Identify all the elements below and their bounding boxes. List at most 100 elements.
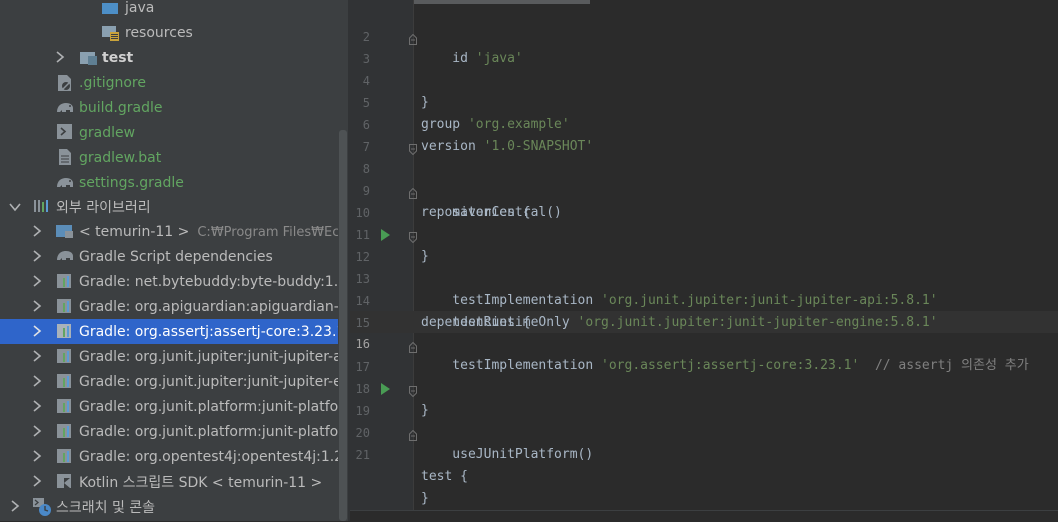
fold-start-icon[interactable] bbox=[409, 383, 417, 398]
chevron-right-icon[interactable] bbox=[30, 249, 44, 263]
chevron-right-icon[interactable] bbox=[30, 449, 44, 463]
tree-item-test[interactable]: test bbox=[0, 45, 348, 70]
code-line[interactable]: 17 } bbox=[350, 334, 1058, 418]
tree-scrollbar-thumb[interactable] bbox=[339, 130, 347, 521]
chevron-right-icon[interactable] bbox=[30, 274, 44, 288]
chevron-right-icon[interactable] bbox=[53, 50, 67, 64]
tree-item-label: gradlew.bat bbox=[79, 149, 162, 166]
tree-item-label: Kotlin 스크립트 SDK < temurin-11 > bbox=[79, 474, 323, 491]
code-line[interactable]: 14 testRuntimeOnly 'org.junit.jupiter:ju… bbox=[350, 268, 1058, 330]
scratches-icon bbox=[32, 497, 51, 516]
chevron-right-icon[interactable] bbox=[30, 424, 44, 438]
tree-item-library-selected[interactable]: Gradle: org.assertj:assertj-core:3.23.1 bbox=[0, 319, 348, 344]
shell-script-icon bbox=[57, 124, 73, 140]
tree-item-gitignore[interactable]: .gitignore bbox=[0, 70, 348, 95]
fold-end-icon[interactable] bbox=[409, 339, 417, 353]
gradle-elephant-icon bbox=[55, 175, 73, 191]
library-jar-icon bbox=[56, 273, 72, 289]
code-line[interactable]: 9 mavenCentral() bbox=[350, 158, 1058, 220]
text-file-icon bbox=[58, 148, 74, 165]
tree-item-label: build.gradle bbox=[79, 99, 163, 116]
tree-item-label: Gradle: org.opentest4j:opentest4j:1.2.0 bbox=[79, 448, 348, 465]
jdk-name: < temurin-11 > bbox=[79, 223, 190, 240]
tree-item-label: Gradle: org.junit.jupiter:junit-jupiter-… bbox=[79, 348, 348, 365]
code-line[interactable]: 6 version '1.0-SNAPSHOT' bbox=[350, 92, 1058, 154]
tree-item-label: Gradle: net.bytebuddy:byte-buddy:1.12.1 bbox=[79, 273, 348, 290]
tree-item-jdk[interactable]: < temurin-11 > C:₩Program Files₩Eclip bbox=[0, 219, 348, 244]
tree-item-label: gradlew bbox=[79, 124, 136, 141]
library-jar-icon bbox=[56, 448, 72, 464]
library-jar-icon bbox=[56, 423, 72, 439]
tree-item-label: settings.gradle bbox=[79, 174, 184, 191]
chevron-right-icon[interactable] bbox=[30, 399, 44, 413]
tree-item-label: < temurin-11 > C:₩Program Files₩Eclip bbox=[79, 224, 348, 240]
tree-item-library[interactable]: Gradle: org.junit.jupiter:junit-jupiter-… bbox=[0, 344, 348, 369]
tree-item-build-gradle[interactable]: build.gradle bbox=[0, 95, 348, 120]
tree-item-label: Gradle: org.junit.platform:junit-platfor… bbox=[79, 423, 348, 440]
tree-item-library[interactable]: Gradle: org.junit.platform:junit-platfor… bbox=[0, 419, 348, 444]
tree-item-library[interactable]: Gradle: org.opentest4j:opentest4j:1.2.0 bbox=[0, 444, 348, 469]
tree-item-label: Gradle Script dependencies bbox=[79, 248, 273, 265]
gradle-elephant-icon bbox=[55, 100, 73, 116]
code-line[interactable]: 7 bbox=[350, 114, 1058, 154]
tree-item-label: java bbox=[125, 0, 155, 16]
tree-item-library[interactable]: Gradle: org.junit.jupiter:junit-jupiter-… bbox=[0, 369, 348, 394]
fold-end-icon[interactable] bbox=[409, 427, 417, 441]
code-line[interactable]: 20 useJUnitPlatform() bbox=[350, 400, 1058, 462]
tree-item-java[interactable]: java bbox=[0, 0, 348, 20]
tree-item-external-libraries[interactable]: 외부 라이브러리 bbox=[0, 194, 348, 219]
tree-item-label: test bbox=[102, 49, 134, 66]
tree-item-gradlew-bat[interactable]: gradlew.bat bbox=[0, 145, 348, 170]
tree-item-library[interactable]: Gradle: net.bytebuddy:byte-buddy:1.12.1 bbox=[0, 269, 348, 294]
code-line[interactable]: 3 } bbox=[350, 26, 1058, 110]
code-line[interactable]: 13 testImplementation 'org.junit.jupiter… bbox=[350, 246, 1058, 308]
chevron-right-icon[interactable] bbox=[30, 324, 44, 338]
chevron-right-icon[interactable] bbox=[30, 349, 44, 363]
code-line[interactable]: 18 bbox=[350, 356, 1058, 396]
library-jar-icon bbox=[56, 398, 72, 414]
fold-start-icon[interactable] bbox=[409, 229, 417, 244]
code-text: } bbox=[421, 491, 429, 506]
fold-end-icon[interactable] bbox=[409, 185, 417, 199]
tree-item-settings-gradle[interactable]: settings.gradle bbox=[0, 170, 348, 195]
fold-start-icon[interactable] bbox=[409, 141, 417, 156]
library-jar-icon bbox=[56, 298, 72, 314]
tree-item-gradle-script-deps[interactable]: Gradle Script dependencies bbox=[0, 244, 348, 269]
code-line[interactable]: 21 } bbox=[350, 422, 1058, 506]
code-line[interactable]: 4 bbox=[350, 48, 1058, 88]
gradle-elephant-icon bbox=[55, 248, 73, 264]
code-line[interactable]: 11 bbox=[350, 202, 1058, 242]
fold-end-icon[interactable] bbox=[409, 31, 417, 45]
code-line-current[interactable]: 16 testImplementation 'org.assertj:asser… bbox=[350, 311, 1058, 373]
chevron-right-icon[interactable] bbox=[30, 299, 44, 313]
tree-item-gradlew[interactable]: gradlew bbox=[0, 120, 348, 145]
run-gutter-icon[interactable] bbox=[381, 229, 390, 241]
chevron-right-icon[interactable] bbox=[30, 474, 44, 488]
code-line[interactable]: 12 dependencies { bbox=[350, 224, 1058, 330]
tree-item-label: Gradle: org.junit.jupiter:junit-jupiter-… bbox=[79, 373, 348, 390]
kotlin-sdk-icon bbox=[56, 473, 72, 489]
tree-item-label: 스크래치 및 콘솔 bbox=[56, 499, 156, 516]
editor-bottom-edge bbox=[350, 510, 1058, 522]
chevron-right-icon[interactable] bbox=[8, 499, 22, 513]
library-icon bbox=[33, 198, 49, 214]
tree-item-scratches[interactable]: 스크래치 및 콘솔 bbox=[0, 494, 348, 519]
chevron-right-icon[interactable] bbox=[30, 374, 44, 388]
code-line[interactable]: 15 bbox=[350, 290, 1058, 330]
tree-item-label: Gradle: org.assertj:assertj-core:3.23.1 bbox=[79, 323, 346, 340]
tree-item-library[interactable]: Gradle: org.junit.platform:junit-platfor… bbox=[0, 394, 348, 419]
chevron-down-icon[interactable] bbox=[8, 200, 22, 214]
code-line[interactable]: 5 group 'org.example' bbox=[350, 70, 1058, 132]
code-line[interactable]: 8 repositories { bbox=[350, 136, 1058, 220]
run-gutter-icon[interactable] bbox=[381, 383, 390, 395]
code-line[interactable]: 2 id 'java' bbox=[350, 4, 1058, 66]
tree-item-kotlin-sdk[interactable]: Kotlin 스크립트 SDK < temurin-11 > bbox=[0, 469, 348, 494]
code-line[interactable]: 19 test { bbox=[350, 378, 1058, 484]
code-line[interactable]: 10 } bbox=[350, 180, 1058, 264]
tree-item-resources[interactable]: resources bbox=[0, 20, 348, 45]
tree-item-label: 외부 라이브러리 bbox=[56, 199, 151, 216]
tree-item-library[interactable]: Gradle: org.apiguardian:apiguardian-ap bbox=[0, 294, 348, 319]
library-jar-icon bbox=[56, 373, 72, 389]
jdk-path: C:₩Program Files₩Eclip bbox=[197, 224, 348, 240]
chevron-right-icon[interactable] bbox=[30, 224, 44, 238]
